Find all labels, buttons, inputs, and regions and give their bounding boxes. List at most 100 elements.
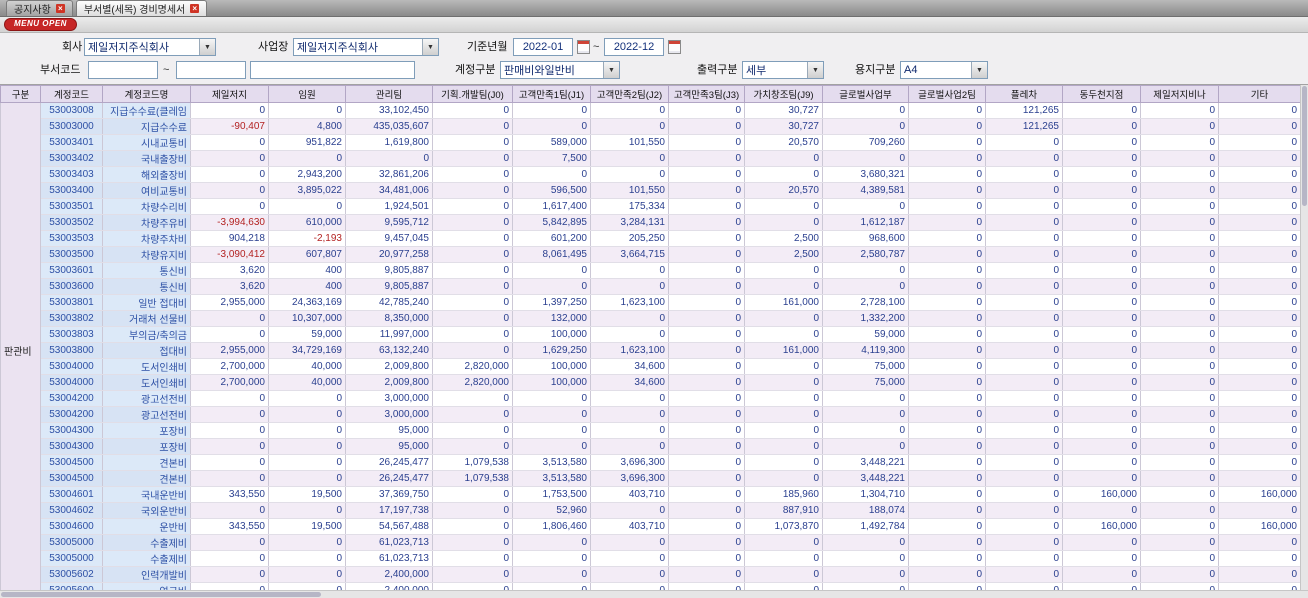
table-row[interactable]: 53003402 국내출장비 0 0 0 0 7,500 0 0 0 0 0 0 0 0 0 bbox=[1, 150, 1300, 167]
table-row[interactable]: 53003401 시내교통비 0 951,822 1,619,800 0 589,000 10… bbox=[1, 134, 1300, 151]
value-cell[interactable]: 0 bbox=[908, 214, 986, 231]
value-cell[interactable]: 34,600 bbox=[590, 374, 669, 391]
value-cell[interactable]: 0 bbox=[1140, 534, 1219, 551]
value-cell[interactable]: 0 bbox=[1218, 118, 1300, 135]
value-cell[interactable]: 1,073,870 bbox=[744, 518, 823, 535]
chevron-down-icon[interactable]: ▼ bbox=[971, 62, 987, 78]
value-cell[interactable]: 0 bbox=[908, 230, 986, 247]
value-cell[interactable]: 0 bbox=[190, 326, 269, 343]
value-cell[interactable]: 0 bbox=[268, 550, 346, 567]
value-cell[interactable]: 101,550 bbox=[590, 182, 669, 199]
value-cell[interactable]: 0 bbox=[190, 582, 269, 590]
value-cell[interactable]: 607,807 bbox=[268, 246, 346, 263]
value-cell[interactable]: 0 bbox=[190, 406, 269, 423]
account-name-cell[interactable]: 견본비 bbox=[102, 454, 191, 471]
value-cell[interactable]: 0 bbox=[744, 358, 823, 375]
tab-expense-report[interactable]: 부서별(세목) 경비명세서 × bbox=[75, 0, 208, 16]
value-cell[interactable]: 0 bbox=[432, 166, 513, 183]
table-row[interactable]: 53003400 여비교통비 0 3,895,022 34,481,006 0 596,50… bbox=[1, 182, 1300, 199]
value-cell[interactable]: 0 bbox=[744, 310, 823, 327]
value-cell[interactable]: 37,369,750 bbox=[345, 486, 433, 503]
value-cell[interactable]: 1,806,460 bbox=[512, 518, 591, 535]
value-cell[interactable]: 0 bbox=[190, 566, 269, 583]
value-cell[interactable]: 0 bbox=[822, 438, 909, 455]
account-code-cell[interactable]: 53004602 bbox=[40, 502, 103, 519]
value-cell[interactable]: 343,550 bbox=[190, 486, 269, 503]
value-cell[interactable]: 0 bbox=[908, 390, 986, 407]
value-cell[interactable]: 0 bbox=[1140, 102, 1219, 119]
value-cell[interactable]: 2,009,800 bbox=[345, 374, 433, 391]
value-cell[interactable]: 26,245,477 bbox=[345, 470, 433, 487]
value-cell[interactable]: 5,842,895 bbox=[512, 214, 591, 231]
value-cell[interactable]: 0 bbox=[1218, 374, 1300, 391]
value-cell[interactable]: 1,623,100 bbox=[590, 342, 669, 359]
value-cell[interactable]: 3,696,300 bbox=[590, 470, 669, 487]
account-name-cell[interactable]: 부의금/축의금 bbox=[102, 326, 191, 343]
value-cell[interactable]: 0 bbox=[908, 166, 986, 183]
account-name-cell[interactable]: 시내교통비 bbox=[102, 134, 191, 151]
value-cell[interactable]: 2,500 bbox=[744, 246, 823, 263]
account-name-cell[interactable]: 지급수수료(클레임 bbox=[102, 102, 191, 119]
value-cell[interactable]: 400 bbox=[268, 278, 346, 295]
column-header[interactable]: 기타 bbox=[1218, 85, 1300, 103]
value-cell[interactable]: 9,595,712 bbox=[345, 214, 433, 231]
value-cell[interactable]: 0 bbox=[908, 358, 986, 375]
value-cell[interactable]: 0 bbox=[985, 246, 1063, 263]
value-cell[interactable]: 0 bbox=[590, 406, 669, 423]
value-cell[interactable]: 0 bbox=[1218, 390, 1300, 407]
value-cell[interactable]: 52,960 bbox=[512, 502, 591, 519]
value-cell[interactable]: 0 bbox=[668, 262, 745, 279]
value-cell[interactable]: 0 bbox=[1062, 438, 1141, 455]
table-row[interactable]: 53003803 부의금/축의금 0 59,000 11,997,000 0 100,000… bbox=[1, 326, 1300, 343]
value-cell[interactable]: 0 bbox=[268, 534, 346, 551]
value-cell[interactable]: 19,500 bbox=[268, 486, 346, 503]
value-cell[interactable]: 0 bbox=[1140, 342, 1219, 359]
value-cell[interactable]: 1,619,800 bbox=[345, 134, 433, 151]
value-cell[interactable]: 0 bbox=[744, 422, 823, 439]
table-row[interactable]: 53005602 인력개발비 0 0 2,400,000 0 0 0 0 0 0 0 0 0 0 0 bbox=[1, 566, 1300, 583]
value-cell[interactable]: 0 bbox=[512, 550, 591, 567]
value-cell[interactable]: 2,009,800 bbox=[345, 358, 433, 375]
column-header[interactable]: 글로벌사업2팀 bbox=[908, 85, 986, 103]
value-cell[interactable]: 0 bbox=[1062, 566, 1141, 583]
value-cell[interactable]: 0 bbox=[268, 502, 346, 519]
value-cell[interactable]: 0 bbox=[432, 230, 513, 247]
value-cell[interactable]: 9,805,887 bbox=[345, 262, 433, 279]
value-cell[interactable]: 0 bbox=[908, 342, 986, 359]
account-name-cell[interactable]: 국내출장비 bbox=[102, 150, 191, 167]
value-cell[interactable]: 0 bbox=[590, 438, 669, 455]
value-cell[interactable]: 0 bbox=[1140, 374, 1219, 391]
value-cell[interactable]: 0 bbox=[1062, 326, 1141, 343]
account-name-cell[interactable]: 차량유지비 bbox=[102, 246, 191, 263]
table-row[interactable]: 53005600연구비002,400,00000000000000 bbox=[1, 582, 1300, 590]
value-cell[interactable]: 0 bbox=[744, 438, 823, 455]
value-cell[interactable]: 0 bbox=[822, 150, 909, 167]
value-cell[interactable]: 0 bbox=[908, 134, 986, 151]
value-cell[interactable]: 2,400,000 bbox=[345, 582, 433, 590]
account-code-cell[interactable]: 53005602 bbox=[40, 566, 103, 583]
value-cell[interactable]: 0 bbox=[1218, 422, 1300, 439]
dept-to-input[interactable] bbox=[176, 61, 246, 79]
value-cell[interactable]: 0 bbox=[744, 406, 823, 423]
value-cell[interactable]: 32,861,206 bbox=[345, 166, 433, 183]
table-row[interactable]: 53004200 광고선전비 0 0 3,000,000 0 0 0 0 0 0 0 0 0 0 0 bbox=[1, 406, 1300, 423]
company-select[interactable]: 제일저지주식회사 ▼ bbox=[84, 38, 216, 56]
value-cell[interactable]: 0 bbox=[1140, 262, 1219, 279]
value-cell[interactable]: 0 bbox=[822, 390, 909, 407]
value-cell[interactable]: 0 bbox=[1062, 294, 1141, 311]
value-cell[interactable]: 0 bbox=[1062, 358, 1141, 375]
table-row[interactable]: 53004200 광고선전비 0 0 3,000,000 0 0 0 0 0 0 0 0 0 0 0 bbox=[1, 390, 1300, 407]
value-cell[interactable]: 343,550 bbox=[190, 518, 269, 535]
value-cell[interactable]: 1,304,710 bbox=[822, 486, 909, 503]
account-code-cell[interactable]: 53003600 bbox=[40, 278, 103, 295]
value-cell[interactable]: 0 bbox=[908, 246, 986, 263]
value-cell[interactable]: 3,448,221 bbox=[822, 470, 909, 487]
value-cell[interactable]: 0 bbox=[985, 582, 1063, 590]
value-cell[interactable]: 0 bbox=[744, 454, 823, 471]
table-row[interactable]: 53004300 포장비 0 0 95,000 0 0 0 0 0 0 0 0 0 0 0 bbox=[1, 438, 1300, 455]
value-cell[interactable]: 0 bbox=[432, 150, 513, 167]
value-cell[interactable]: 3,895,022 bbox=[268, 182, 346, 199]
value-cell[interactable]: 0 bbox=[822, 422, 909, 439]
value-cell[interactable]: 0 bbox=[432, 582, 513, 590]
value-cell[interactable]: 0 bbox=[908, 102, 986, 119]
